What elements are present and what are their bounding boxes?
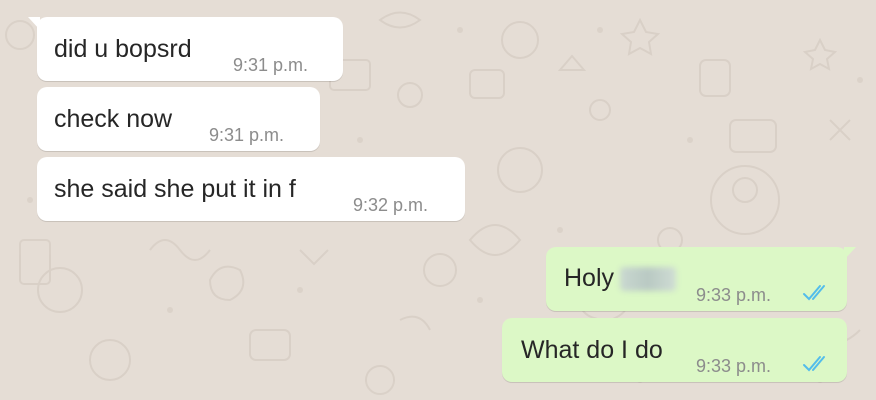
redacted-word [620, 267, 677, 292]
message-text: Holy [564, 264, 677, 293]
outgoing-message-bubble[interactable]: Holy 9:33 p.m. [546, 247, 856, 311]
message-timestamp: 9:33 p.m. [696, 356, 772, 376]
message-timestamp: 9:33 p.m. [696, 285, 772, 305]
outgoing-message-bubble[interactable]: What do I do 9:33 p.m. [502, 318, 847, 382]
incoming-message-bubble[interactable]: she said she put it in f 9:32 p.m. [37, 157, 465, 221]
message-text: she said she put it in f [54, 175, 296, 203]
incoming-message-bubble[interactable]: did u bopsrd 9:31 p.m. [28, 17, 343, 81]
double-check-read-icon [803, 356, 825, 372]
message-text: check now [54, 105, 173, 133]
incoming-message-bubble[interactable]: check now 9:31 p.m. [37, 87, 320, 151]
message-timestamp: 9:31 p.m. [233, 55, 309, 75]
message-text-visible: Holy [564, 264, 615, 292]
message-text: did u bopsrd [54, 35, 192, 63]
double-check-read-icon [803, 285, 825, 301]
message-text: What do I do [521, 336, 663, 364]
message-timestamp: 9:32 p.m. [353, 195, 429, 215]
message-timestamp: 9:31 p.m. [209, 125, 285, 145]
